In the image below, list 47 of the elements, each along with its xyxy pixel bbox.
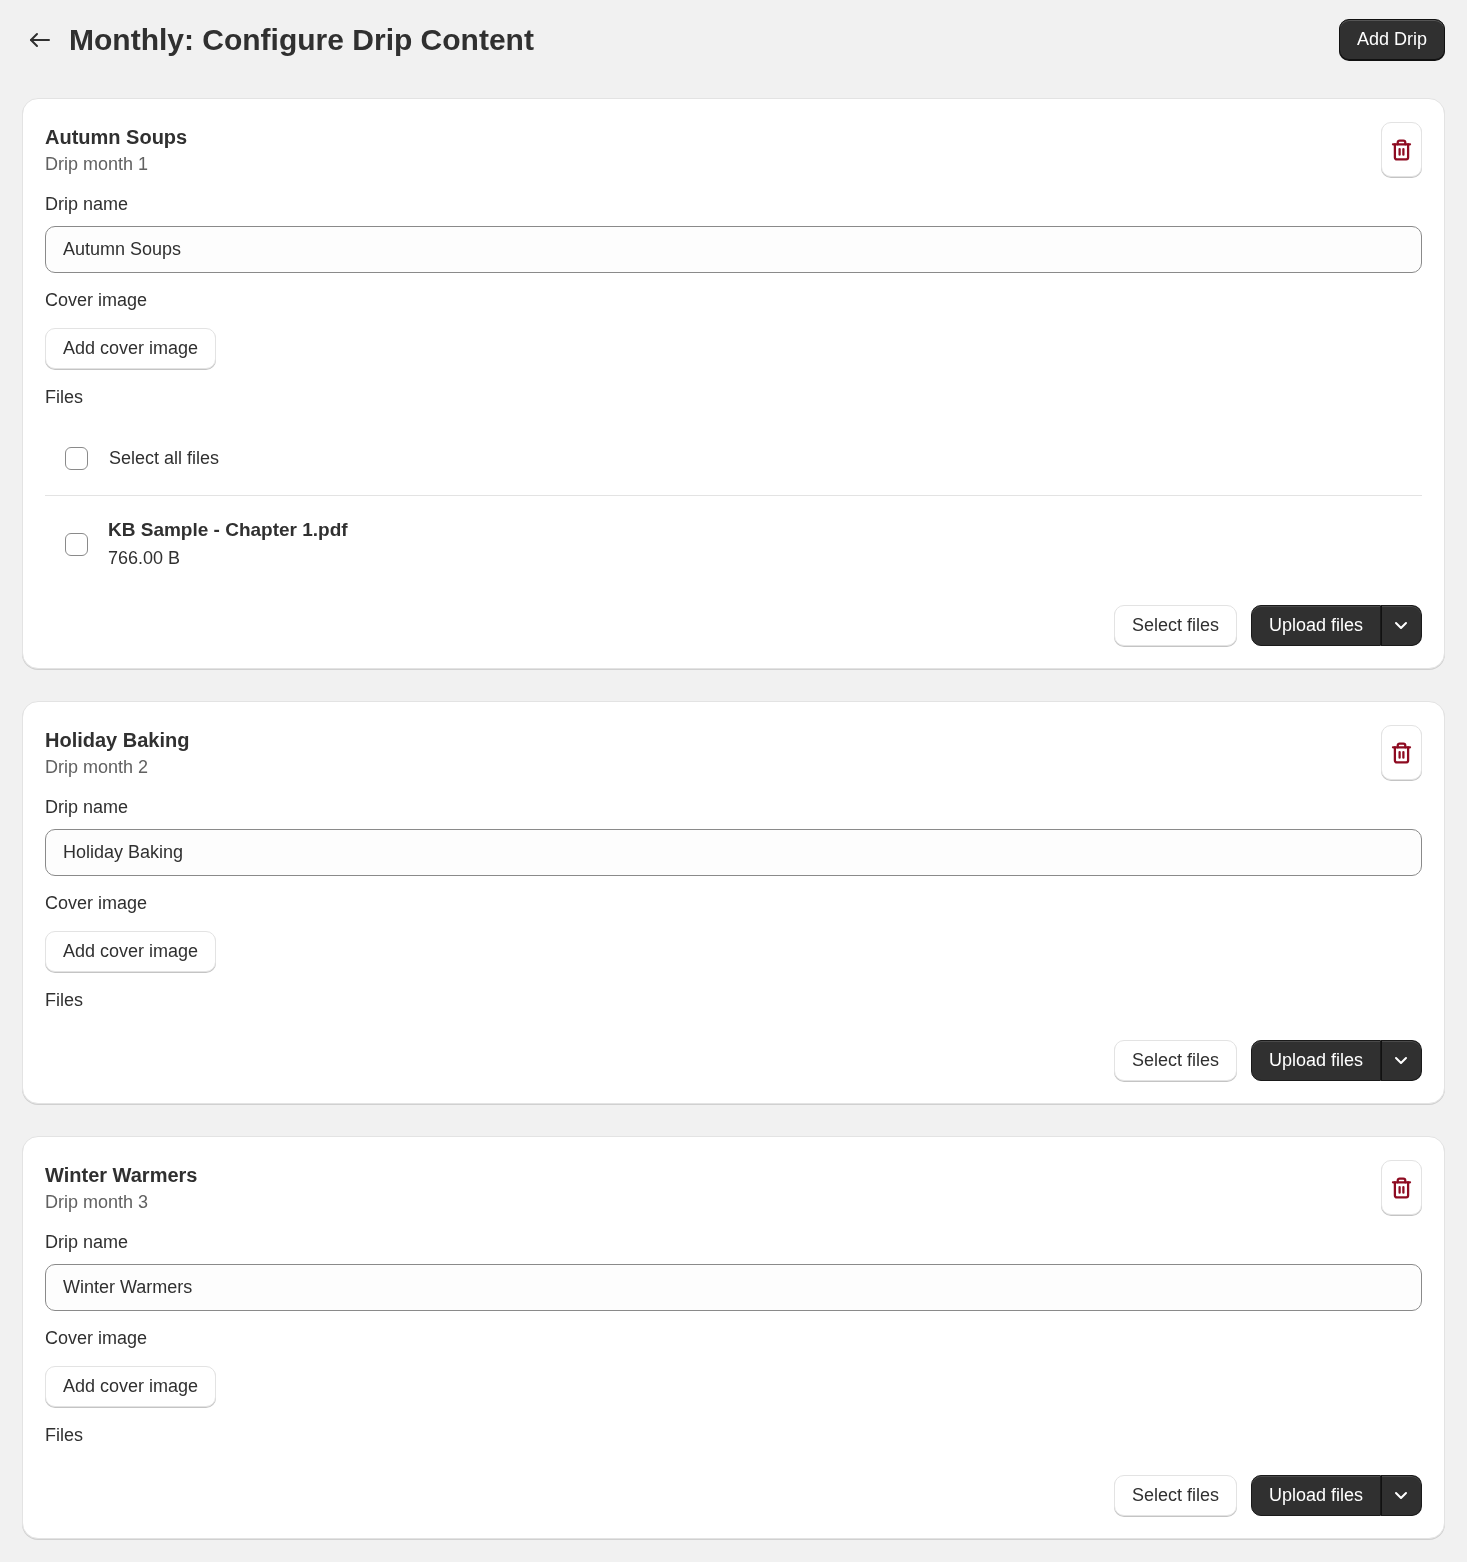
add-cover-image-button[interactable]: Add cover image [45, 328, 217, 369]
add-cover-image-button[interactable]: Add cover image [45, 931, 217, 972]
upload-files-button[interactable]: Upload files [1250, 1040, 1381, 1081]
field-label: Drip name [45, 1231, 130, 1254]
checkbox[interactable] [65, 447, 88, 470]
field-label: Cover image [45, 1327, 149, 1350]
checkbox[interactable] [65, 532, 88, 556]
field-label: Files [45, 1424, 84, 1447]
field-label: Files [45, 989, 84, 1012]
field-label: Drip name [45, 796, 130, 819]
dropdown-button[interactable] [1381, 1040, 1422, 1081]
chevron-down-icon [1395, 1057, 1407, 1064]
page-title: Monthly: Configure Drip Content [69, 21, 534, 58]
chevron-down-icon [1395, 1492, 1407, 1499]
field-label: Drip name [45, 193, 130, 216]
add-drip-button[interactable]: Add Drip [1338, 19, 1445, 60]
upload-files-button[interactable]: Upload files [1250, 605, 1381, 646]
chevron-down-icon [1395, 622, 1407, 629]
upload-files-button[interactable]: Upload files [1250, 1475, 1381, 1516]
delete-button[interactable] [1381, 1160, 1422, 1215]
trash-icon [1393, 742, 1410, 763]
field-label: Cover image [45, 892, 149, 915]
drip-month: Drip month 1 [45, 153, 150, 176]
add-cover-image-button[interactable]: Add cover image [45, 1366, 217, 1407]
dropdown-button[interactable] [1381, 605, 1422, 646]
delete-button[interactable] [1381, 725, 1422, 780]
file-name: KB Sample - Chapter 1.pdf [108, 518, 348, 542]
drip-title: Holiday Baking [45, 728, 190, 753]
drip-title: Winter Warmers [45, 1163, 198, 1188]
select-all-label: Select all files [109, 447, 220, 470]
select-files-button[interactable]: Select files [1113, 1475, 1237, 1516]
drip-title: Autumn Soups [45, 125, 188, 150]
field-label: Files [45, 386, 84, 409]
drip-name-field[interactable]: Winter Warmers [45, 1264, 1422, 1311]
drip-month: Drip month 2 [45, 756, 150, 779]
delete-button[interactable] [1381, 122, 1422, 177]
field-label: Cover image [45, 289, 149, 312]
file-size: 766.00 B [108, 547, 182, 570]
arrow-left-icon [30, 32, 50, 47]
trash-icon [1393, 139, 1410, 160]
select-files-button[interactable]: Select files [1113, 1040, 1237, 1081]
drip-name-field[interactable]: Autumn Soups [45, 226, 1422, 273]
select-files-button[interactable]: Select files [1113, 605, 1237, 646]
drip-month: Drip month 3 [45, 1191, 150, 1214]
dropdown-button[interactable] [1381, 1475, 1422, 1516]
drip-name-field[interactable]: Holiday Baking [45, 829, 1422, 876]
trash-icon [1393, 1177, 1410, 1198]
